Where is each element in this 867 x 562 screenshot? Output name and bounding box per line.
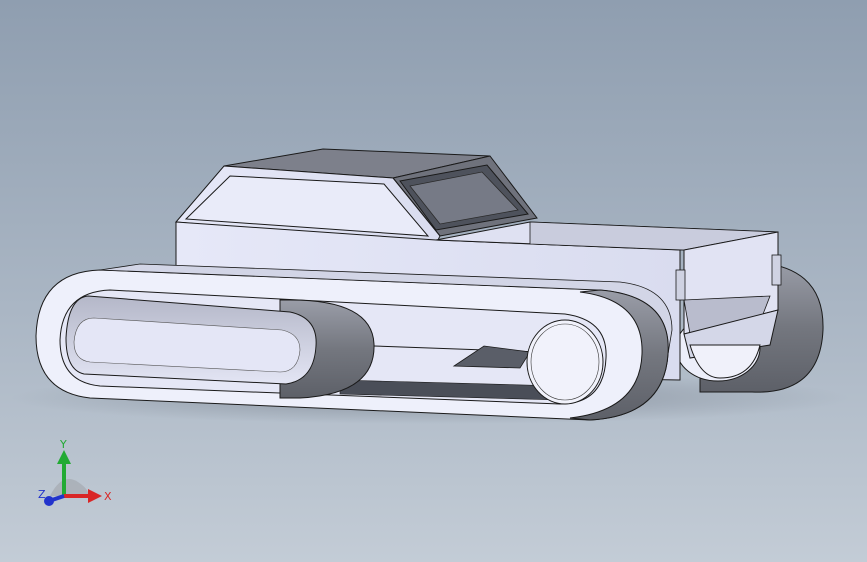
rear-drive-wheel (526, 319, 604, 405)
bed-hinge-left (675, 269, 686, 301)
x-axis-label: X (104, 490, 112, 503)
graphics-viewport[interactable]: Y X Z (0, 0, 867, 562)
coordinate-triad-icon: Y X Z (38, 438, 112, 506)
coordinate-triad: Y X Z (30, 432, 120, 522)
z-axis-label: Z (38, 488, 46, 501)
tracked-vehicle-model[interactable] (0, 0, 867, 562)
bed-hinge-right (771, 254, 782, 286)
z-axis-arrow (51, 494, 65, 502)
front-track-assembly[interactable] (35, 263, 673, 421)
y-axis-label: Y (59, 438, 67, 451)
